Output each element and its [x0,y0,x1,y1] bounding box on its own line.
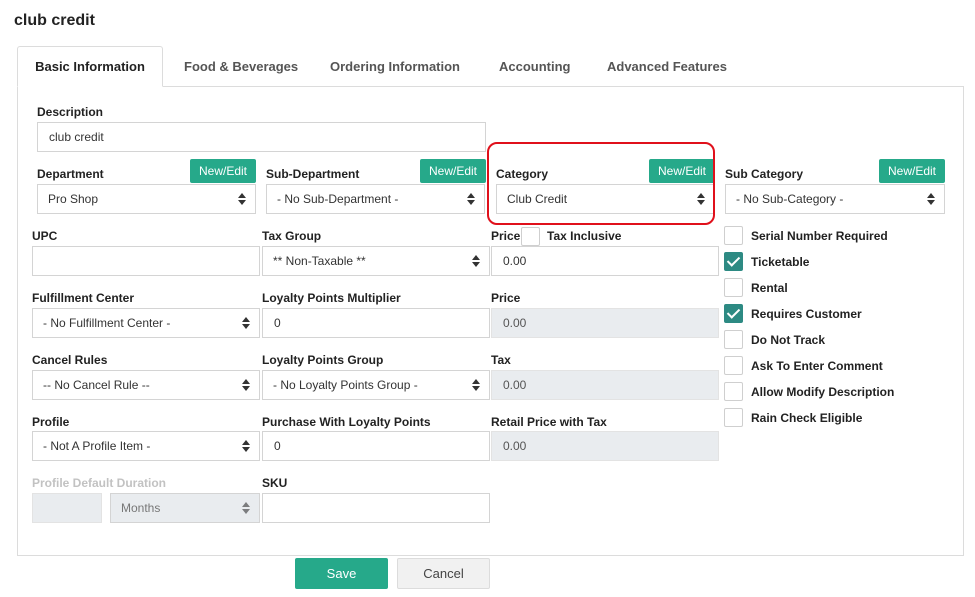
allow-modify-description-checkbox[interactable] [724,382,743,401]
sub-category-label: Sub Category [725,167,804,181]
tab-food-beverages[interactable]: Food & Beverages [184,56,298,78]
tab-advanced-features[interactable]: Advanced Features [607,56,727,78]
serial-number-required-checkbox[interactable] [724,226,743,245]
tax-group-label: Tax Group [262,229,322,243]
price-readonly-label: Price [491,291,521,305]
tab-accounting[interactable]: Accounting [499,56,571,78]
price-readonly-field: 0.00 [491,308,719,338]
tax-group-select-value: ** Non-Taxable ** [273,254,366,268]
loyalty-group-label: Loyalty Points Group [262,353,384,367]
description-label: Description [37,105,104,119]
tab-basic-information[interactable]: Basic Information [17,46,163,87]
ask-to-enter-comment-label: Ask To Enter Comment [751,359,883,373]
category-highlight-annotation [487,142,715,225]
sub-category-select-value: - No Sub-Category - [736,192,844,206]
cancel-rules-label: Cancel Rules [32,353,108,367]
select-arrows-icon [472,254,480,268]
do-not-track-label: Do Not Track [751,333,826,347]
sub-category-new-edit-button[interactable]: New/Edit [879,159,945,183]
cancel-button[interactable]: Cancel [397,558,490,589]
department-label: Department [37,167,104,181]
upc-label: UPC [32,229,58,243]
cancel-rules-select-value: -- No Cancel Rule -- [43,378,150,392]
department-select-value: Pro Shop [48,192,99,206]
sub-department-select[interactable]: - No Sub-Department - [266,184,485,214]
retail-price-tax-label: Retail Price with Tax [491,415,607,429]
profile-select-value: - Not A Profile Item - [43,439,151,453]
purchase-loyalty-input[interactable]: 0 [262,431,490,461]
sub-department-new-edit-button[interactable]: New/Edit [420,159,486,183]
sub-category-select[interactable]: - No Sub-Category - [725,184,945,214]
select-arrows-icon [242,378,250,392]
fulfillment-center-select[interactable]: - No Fulfillment Center - [32,308,260,338]
sku-label: SKU [262,476,288,490]
description-input[interactable]: club credit [37,122,486,152]
profile-default-duration-label: Profile Default Duration [32,476,167,490]
sub-department-select-value: - No Sub-Department - [277,192,399,206]
ticketable-label: Ticketable [751,255,810,269]
tax-label: Tax [491,353,511,367]
rain-check-eligible-label: Rain Check Eligible [751,411,863,425]
select-arrows-icon [242,501,250,515]
tax-group-select[interactable]: ** Non-Taxable ** [262,246,490,276]
ask-to-enter-comment-checkbox[interactable] [724,356,743,375]
page-title: club credit [14,12,95,29]
select-arrows-icon [472,378,480,392]
loyalty-group-select-value: - No Loyalty Points Group - [273,378,418,392]
select-arrows-icon [242,316,250,330]
loyalty-multiplier-input[interactable]: 0 [262,308,490,338]
loyalty-group-select[interactable]: - No Loyalty Points Group - [262,370,490,400]
price-label: Price [491,229,521,243]
department-select[interactable]: Pro Shop [37,184,256,214]
purchase-loyalty-label: Purchase With Loyalty Points [262,415,431,429]
price-input[interactable]: 0.00 [491,246,719,276]
profile-duration-unit-value: Months [121,501,161,515]
select-arrows-icon [467,192,475,206]
profile-duration-unit-select: Months [110,493,260,523]
loyalty-multiplier-label: Loyalty Points Multiplier [262,291,401,305]
select-arrows-icon [927,192,935,206]
profile-label: Profile [32,415,70,429]
tax-inclusive-checkbox[interactable] [521,227,540,246]
rental-checkbox[interactable] [724,278,743,297]
retail-price-tax-field: 0.00 [491,431,719,461]
profile-default-duration-input [32,493,102,523]
allow-modify-description-label: Allow Modify Description [751,385,895,399]
fulfillment-center-select-value: - No Fulfillment Center - [43,316,171,330]
fulfillment-center-label: Fulfillment Center [32,291,135,305]
department-new-edit-button[interactable]: New/Edit [190,159,256,183]
rental-label: Rental [751,281,788,295]
do-not-track-checkbox[interactable] [724,330,743,349]
rain-check-eligible-checkbox[interactable] [724,408,743,427]
ticketable-checkbox[interactable] [724,252,743,271]
select-arrows-icon [242,439,250,453]
profile-select[interactable]: - Not A Profile Item - [32,431,260,461]
tax-field: 0.00 [491,370,719,400]
tax-inclusive-label: Tax Inclusive [547,229,622,243]
tab-ordering-information[interactable]: Ordering Information [330,56,460,78]
select-arrows-icon [238,192,246,206]
sub-department-label: Sub-Department [266,167,360,181]
save-button[interactable]: Save [295,558,388,589]
sku-input[interactable] [262,493,490,523]
serial-number-required-label: Serial Number Required [751,229,888,243]
upc-input[interactable] [32,246,260,276]
requires-customer-label: Requires Customer [751,307,862,321]
cancel-rules-select[interactable]: -- No Cancel Rule -- [32,370,260,400]
requires-customer-checkbox[interactable] [724,304,743,323]
